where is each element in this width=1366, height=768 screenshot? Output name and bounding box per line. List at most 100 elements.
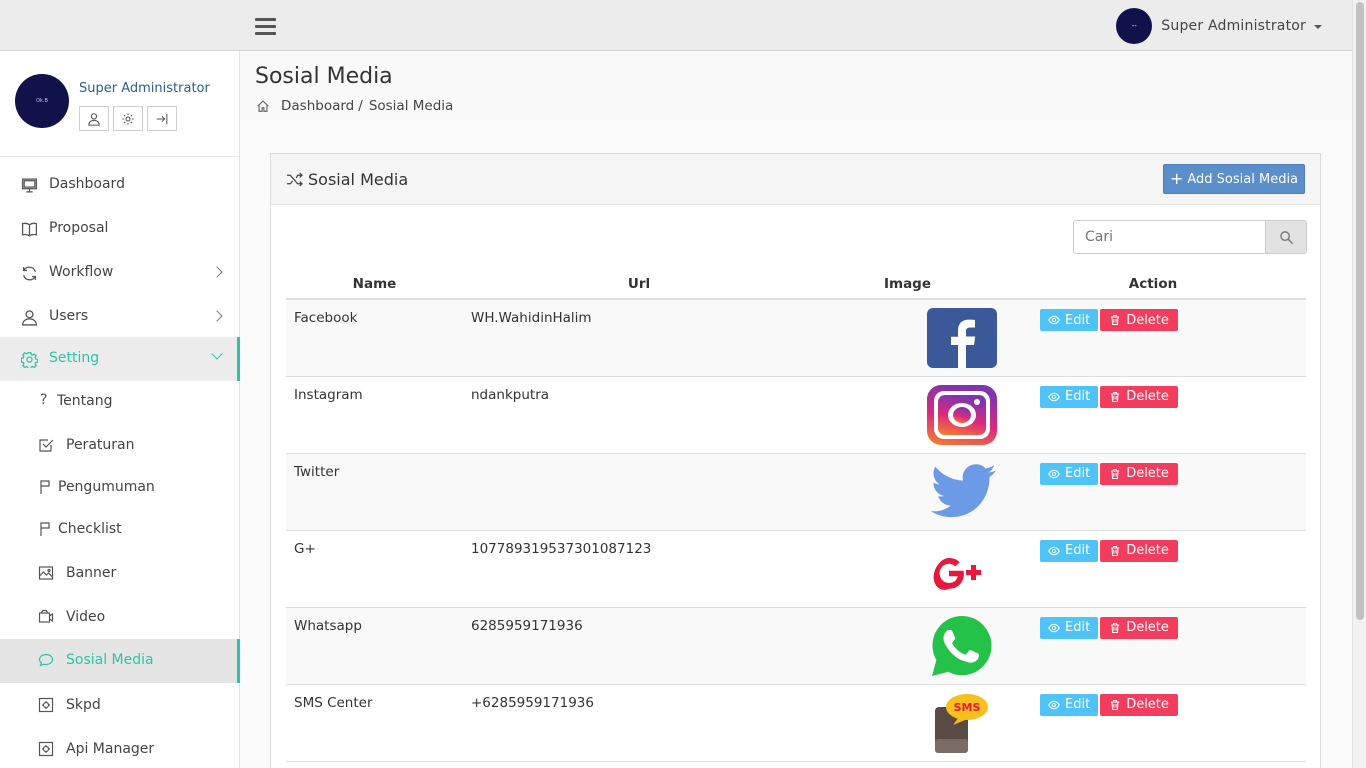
breadcrumb: Dashboard / Sosial Media bbox=[256, 98, 453, 114]
sidebar-subitem-skpd[interactable]: Skpd bbox=[0, 684, 240, 728]
book-icon bbox=[21, 222, 38, 237]
column-header-action[interactable]: Action bbox=[1000, 269, 1306, 300]
delete-button[interactable]: Delete bbox=[1100, 539, 1178, 562]
table-row: Whatsapp 6285959171936 Edit Delete bbox=[286, 607, 1306, 685]
checkbox-icon bbox=[39, 439, 54, 452]
edit-label: Edit bbox=[1065, 312, 1091, 328]
sidebar-item-workflow[interactable]: Workflow bbox=[0, 251, 240, 295]
eye-icon bbox=[1048, 469, 1060, 478]
sidebar-subitem-checklist[interactable]: Checklist bbox=[0, 508, 240, 552]
sidebar-item-label: Workflow bbox=[49, 264, 114, 280]
sidebar-item-dashboard[interactable]: Dashboard bbox=[0, 163, 240, 207]
cell-image bbox=[815, 376, 1000, 454]
sidebar-item-label: Setting bbox=[49, 350, 100, 366]
column-header-image[interactable]: Image bbox=[815, 269, 1000, 300]
home-icon bbox=[257, 100, 269, 112]
table-row: SMS Center +6285959171936 SMS Edit Delete bbox=[286, 684, 1306, 762]
breadcrumb-home[interactable]: Dashboard bbox=[281, 98, 354, 114]
sidebar-item-proposal[interactable]: Proposal bbox=[0, 207, 240, 251]
cell-action: Edit Delete bbox=[1000, 376, 1306, 454]
sidebar-item-label: Dashboard bbox=[49, 176, 125, 192]
trash-icon bbox=[1111, 622, 1120, 633]
cell-url: +6285959171936 bbox=[463, 684, 815, 762]
delete-button[interactable]: Delete bbox=[1100, 462, 1178, 485]
search-input[interactable] bbox=[1073, 220, 1265, 254]
googleplus-logo-icon bbox=[933, 557, 981, 590]
eye-icon bbox=[1048, 546, 1060, 555]
edit-button[interactable]: Edit bbox=[1040, 385, 1099, 408]
column-header-url[interactable]: Url bbox=[463, 269, 815, 300]
edit-label: Edit bbox=[1065, 620, 1091, 635]
cell-name: G+ bbox=[286, 530, 463, 608]
sidebar-subitem-sosial-media[interactable]: Sosial Media bbox=[0, 639, 240, 683]
panel-title-text: Sosial Media bbox=[308, 170, 409, 189]
sidebar-subitem-video[interactable]: Video bbox=[0, 596, 240, 640]
table-row: Facebook WH.WahidinHalim Edit Delete bbox=[286, 299, 1306, 377]
sidebar-item-users[interactable]: Users bbox=[0, 295, 240, 339]
cell-name: Twitter bbox=[286, 453, 463, 531]
sidebar-subitem-peraturan[interactable]: Peraturan bbox=[0, 424, 240, 468]
gear-icon bbox=[122, 112, 134, 125]
cell-name: Facebook bbox=[286, 299, 463, 377]
avatar: -- bbox=[1116, 8, 1153, 44]
cell-url: 6285959171936 bbox=[463, 607, 815, 685]
sidebar-item-setting[interactable]: Setting bbox=[0, 337, 240, 381]
eye-icon bbox=[1048, 392, 1060, 401]
cell-url: ndankputra bbox=[463, 376, 815, 454]
search-icon bbox=[1279, 230, 1293, 244]
add-sosial-media-button[interactable]: + Add Sosial Media bbox=[1163, 164, 1305, 194]
cell-image bbox=[815, 607, 1000, 685]
user-icon bbox=[21, 310, 38, 326]
cell-action: Edit Delete bbox=[1000, 530, 1306, 608]
refresh-icon bbox=[23, 266, 36, 281]
page-title: Sosial Media bbox=[255, 64, 393, 89]
whatsapp-logo-icon bbox=[932, 615, 992, 676]
sidebar-subitem-api-manager[interactable]: Api Manager bbox=[0, 728, 240, 768]
delete-button[interactable]: Delete bbox=[1100, 616, 1178, 639]
sidebar-subitem-pengumuman[interactable]: Pengumuman bbox=[0, 466, 240, 510]
sidebar-item-label: Video bbox=[66, 609, 106, 625]
column-header-name[interactable]: Name bbox=[286, 269, 463, 300]
table-row: Twitter Edit Delete bbox=[286, 453, 1306, 531]
edit-button[interactable]: Edit bbox=[1040, 693, 1099, 716]
panel-header: Sosial Media + Add Sosial Media bbox=[271, 154, 1320, 205]
hamburger-menu-icon[interactable] bbox=[255, 18, 276, 35]
cell-name: SMS Center bbox=[286, 684, 463, 762]
scrollbar-thumb[interactable] bbox=[1356, 2, 1364, 620]
shuffle-icon bbox=[287, 172, 303, 187]
sidebar-item-label: Proposal bbox=[49, 220, 109, 236]
sidebar-subitem-banner[interactable]: Banner bbox=[0, 552, 240, 596]
profile-button[interactable] bbox=[79, 106, 109, 131]
logout-button[interactable] bbox=[147, 106, 177, 131]
svg-text:SMS: SMS bbox=[954, 701, 981, 714]
sidebar-subitem-tentang[interactable]: ? Tentang bbox=[0, 380, 240, 424]
delete-button[interactable]: Delete bbox=[1100, 693, 1178, 716]
scrollbar[interactable] bbox=[1352, 0, 1366, 768]
edit-button[interactable]: Edit bbox=[1040, 462, 1099, 485]
search-button[interactable] bbox=[1265, 220, 1307, 254]
edit-button[interactable]: Edit bbox=[1040, 539, 1099, 562]
twitter-logo-icon bbox=[930, 463, 996, 517]
edit-label: Edit bbox=[1065, 543, 1091, 558]
cell-action: Edit Delete bbox=[1000, 607, 1306, 685]
edit-label: Edit bbox=[1065, 389, 1091, 404]
sidebar-item-label: Pengumuman bbox=[58, 479, 155, 495]
delete-label: Delete bbox=[1126, 620, 1169, 635]
edit-button[interactable]: Edit bbox=[1040, 309, 1099, 331]
question-icon: ? bbox=[40, 392, 48, 408]
settings-button[interactable] bbox=[113, 106, 143, 131]
edit-button[interactable]: Edit bbox=[1040, 616, 1099, 639]
user-menu[interactable]: -- Super Administrator bbox=[1116, 8, 1322, 44]
trash-icon bbox=[1111, 314, 1120, 326]
cell-url bbox=[463, 453, 815, 531]
sosial-media-panel: Sosial Media + Add Sosial Media Name Url… bbox=[270, 153, 1321, 768]
profile-avatar: Ok.B bbox=[15, 74, 69, 128]
page-header: Sosial Media Dashboard / Sosial Media bbox=[241, 51, 1352, 126]
delete-label: Delete bbox=[1126, 312, 1169, 328]
sidebar-item-label: Checklist bbox=[58, 521, 122, 537]
cell-image bbox=[815, 299, 1000, 377]
delete-button[interactable]: Delete bbox=[1100, 385, 1178, 408]
table-row: Instagram ndankputra Edit Delete bbox=[286, 376, 1306, 454]
delete-button[interactable]: Delete bbox=[1100, 309, 1178, 331]
cell-image bbox=[815, 530, 1000, 608]
